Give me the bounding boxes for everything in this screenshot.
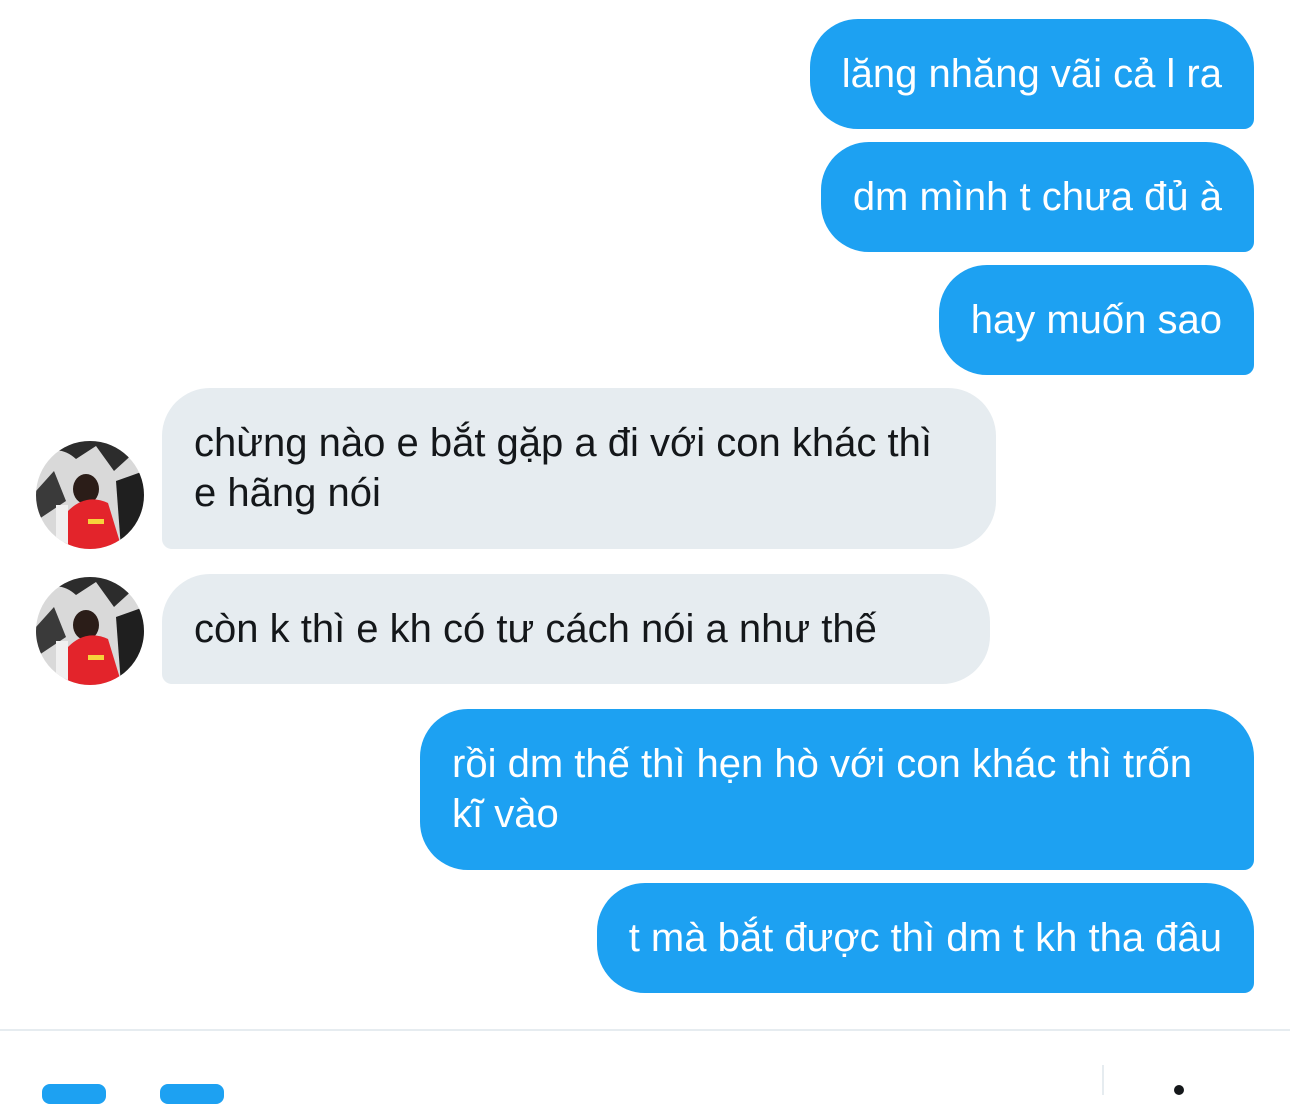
- sent-message[interactable]: rồi dm thế thì hẹn hò với con khác thì t…: [420, 709, 1254, 870]
- media-icon[interactable]: [42, 1084, 106, 1104]
- message-text: lăng nhăng vãi cả l ra: [841, 52, 1222, 96]
- gif-icon[interactable]: [160, 1084, 224, 1104]
- send-icon[interactable]: [1174, 1085, 1184, 1095]
- message-text: còn k thì e kh có tư cách nói a như thế: [194, 607, 877, 651]
- message-text: dm mình t chưa đủ à: [852, 175, 1222, 219]
- conversation-thread: lăng nhăng vãi cả l ra dm mình t chưa đủ…: [0, 0, 1290, 1030]
- sent-message[interactable]: hay muốn sao: [938, 265, 1254, 375]
- avatar[interactable]: [36, 577, 144, 685]
- avatar-image: [36, 441, 144, 549]
- received-message[interactable]: còn k thì e kh có tư cách nói a như thế: [162, 574, 990, 684]
- message-composer: [0, 1029, 1290, 1104]
- received-message[interactable]: chừng nào e bắt gặp a đi với con khác th…: [162, 388, 996, 549]
- message-text: chừng nào e bắt gặp a đi với con khác th…: [194, 421, 932, 515]
- message-text: t mà bắt được thì dm t kh tha đâu: [628, 916, 1222, 960]
- avatar-image: [36, 577, 144, 685]
- sent-message[interactable]: lăng nhăng vãi cả l ra: [809, 19, 1254, 129]
- message-text: rồi dm thế thì hẹn hò với con khác thì t…: [452, 742, 1192, 836]
- composer-divider: [1102, 1065, 1104, 1095]
- sent-message[interactable]: dm mình t chưa đủ à: [820, 142, 1254, 252]
- sent-message[interactable]: t mà bắt được thì dm t kh tha đâu: [596, 883, 1254, 993]
- avatar[interactable]: [36, 441, 144, 549]
- message-text: hay muốn sao: [970, 298, 1222, 342]
